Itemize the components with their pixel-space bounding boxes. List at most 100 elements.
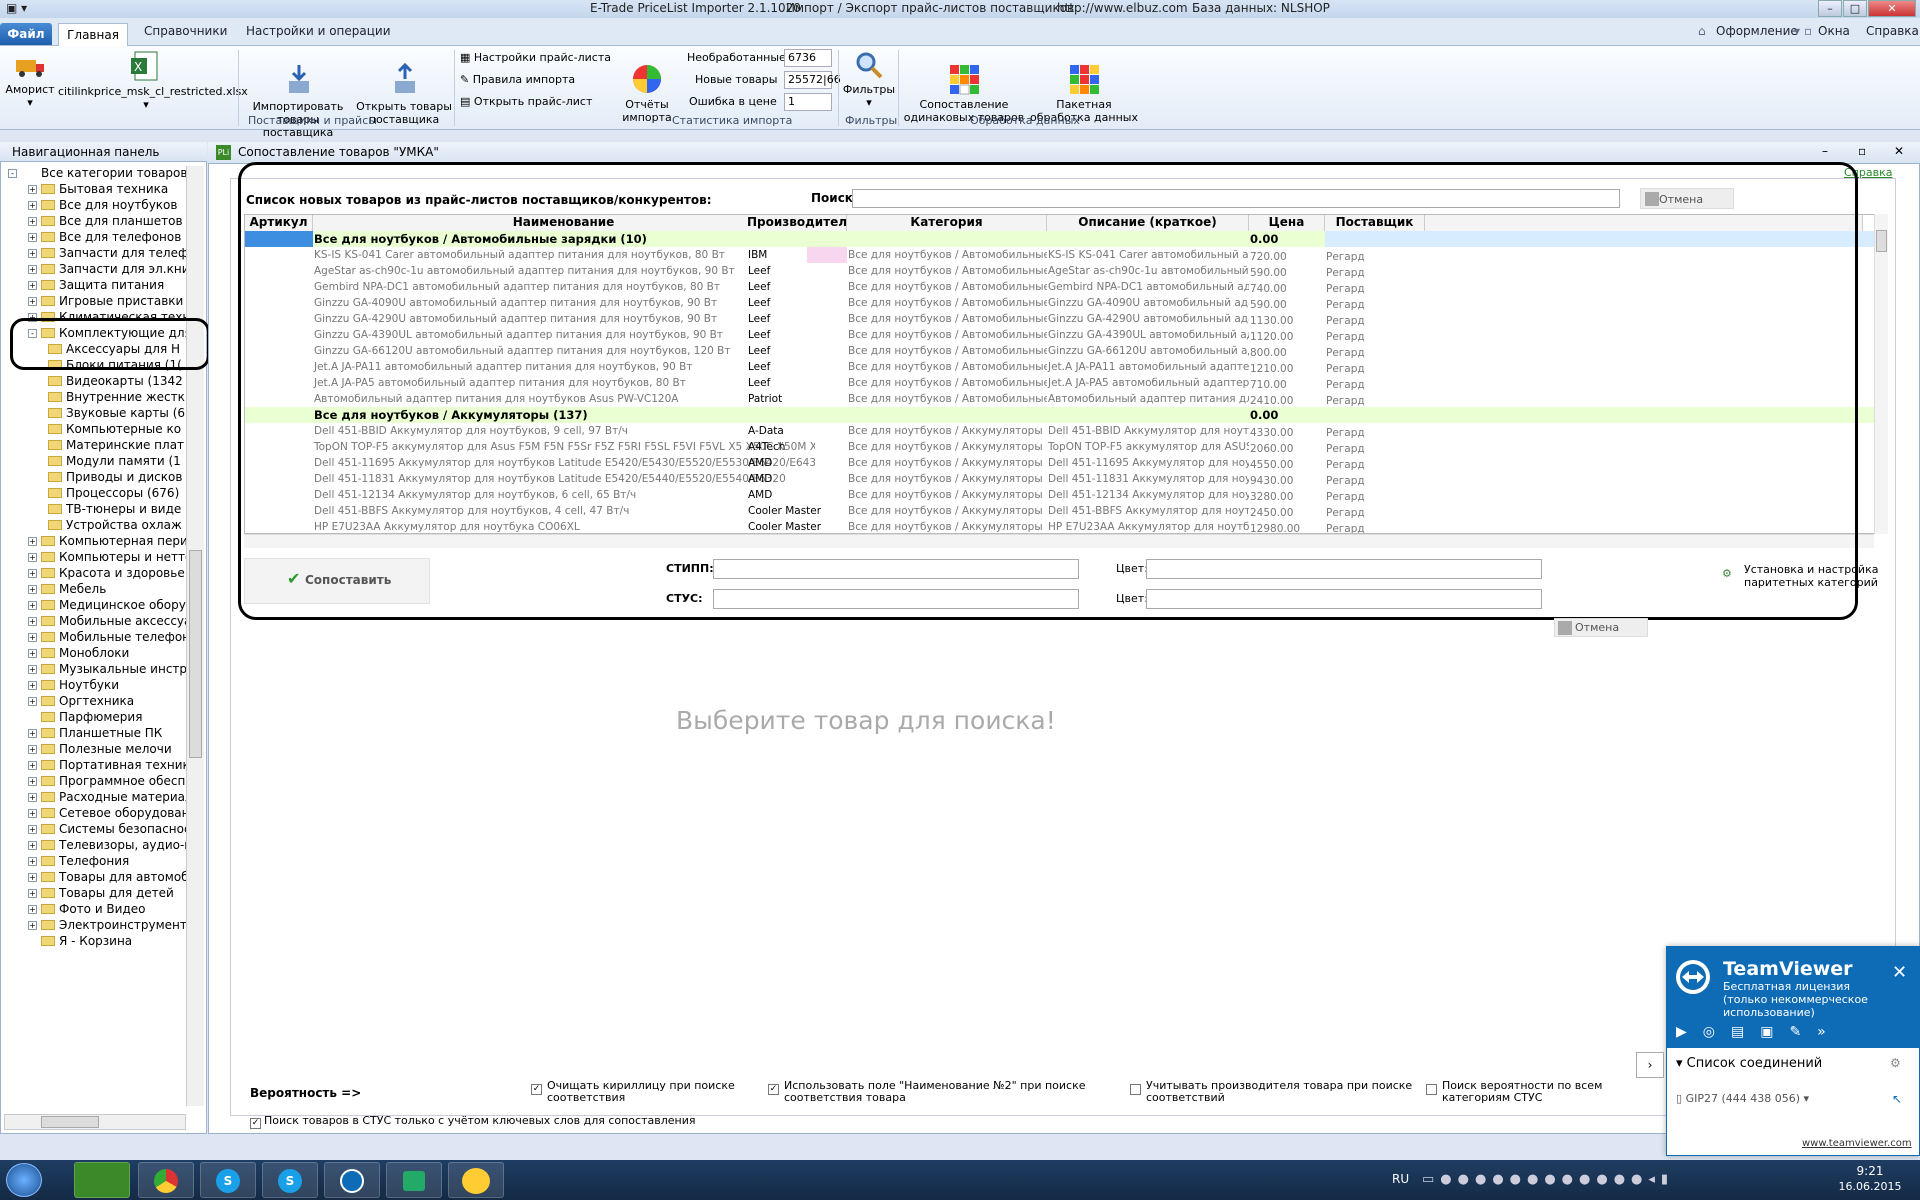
tree-item[interactable]: + Планшетные ПК <box>28 726 162 742</box>
tree-item[interactable]: + Электроинструмент и <box>28 918 198 934</box>
tree-item[interactable]: + Запчасти для эл.книг <box>28 262 196 278</box>
tree-item[interactable]: Компьютерные ко <box>48 422 181 438</box>
tree-item[interactable]: + Телефония <box>28 854 129 870</box>
tree-item[interactable]: + Музыкальные инструм <box>28 662 203 678</box>
tree-item[interactable]: Я - Корзина <box>28 934 132 950</box>
expand-icon[interactable]: + <box>28 889 37 898</box>
taskbar-chrome[interactable] <box>138 1162 194 1198</box>
tree-item[interactable]: + Бытовая техника <box>28 182 168 198</box>
tree-item[interactable]: Устройства охлаж <box>48 518 182 534</box>
menu-design[interactable]: Оформление <box>1716 24 1798 38</box>
tree-item[interactable]: Приводы и дисков <box>48 470 182 486</box>
expand-icon[interactable]: + <box>28 617 37 626</box>
tree-item[interactable]: + Мобильные аксессуар <box>28 614 199 630</box>
tab-home[interactable]: Главная <box>58 23 128 46</box>
expand-icon[interactable]: + <box>28 265 37 274</box>
expand-icon[interactable]: + <box>28 201 37 210</box>
expand-icon[interactable]: + <box>28 633 37 642</box>
tree-item[interactable]: + Сетевое оборудовани <box>28 806 197 822</box>
tree-item[interactable]: + Товары для автомоби <box>28 870 196 886</box>
language-indicator[interactable]: RU <box>1392 1172 1409 1186</box>
tree-item[interactable]: + Мобильные телефоны <box>28 630 200 646</box>
tree-item[interactable]: + Все для ноутбуков <box>28 198 177 214</box>
tree-item[interactable]: + Телевизоры, аудио-ві <box>28 838 195 854</box>
expand-icon[interactable]: + <box>28 729 37 738</box>
expand-icon[interactable]: + <box>28 553 37 562</box>
close-button[interactable]: ✕ <box>1868 0 1916 17</box>
teamviewer-link[interactable]: www.teamviewer.com <box>1802 1138 1912 1149</box>
tree-item[interactable]: + Ноутбуки <box>28 678 119 694</box>
amorist-button[interactable]: Аморист ▾ <box>4 50 56 109</box>
expand-icon[interactable]: + <box>28 761 37 770</box>
maximize-button[interactable]: □ <box>1843 0 1867 17</box>
expand-icon[interactable]: + <box>28 585 37 594</box>
grid-scrollbar[interactable] <box>1874 214 1888 534</box>
tree-item[interactable]: + Все для планшетов <box>28 214 183 230</box>
menu-windows[interactable]: Окна <box>1818 24 1850 38</box>
checkbox-checked[interactable]: ✓ <box>768 1084 779 1095</box>
tree-item[interactable]: Материнские плат <box>48 438 184 454</box>
option-use-manufacturer[interactable]: Учитывать производителя товара при поиск… <box>1130 1080 1412 1104</box>
expand-icon[interactable]: + <box>28 777 37 786</box>
tree-item[interactable]: ТВ-тюнеры и виде <box>48 502 181 518</box>
pl-settings-button[interactable]: ▦ Настройки прайс-листа <box>460 51 611 64</box>
app-icon[interactable]: ▣ ▾ <box>6 1 27 15</box>
expand-icon[interactable]: + <box>28 217 37 226</box>
tree-item[interactable]: + Запчасти для телефо <box>28 246 196 262</box>
checkbox-checked[interactable]: ✓ <box>250 1118 261 1129</box>
checkbox-checked[interactable]: ✓ <box>531 1084 542 1095</box>
scrollbar-thumb[interactable] <box>189 550 202 758</box>
expand-icon[interactable]: + <box>28 809 37 818</box>
tree-item[interactable]: + Фото и Видео <box>28 902 145 918</box>
tree-item[interactable]: Модули памяти (1 <box>48 454 181 470</box>
tree-item[interactable]: + Расходные материалі <box>28 790 196 806</box>
tree-item[interactable]: + Все для телефонов <box>28 230 181 246</box>
open-pricelist-button[interactable]: ▤ Открыть прайс-лист <box>460 95 592 108</box>
taskbar-pli-app[interactable] <box>74 1162 130 1198</box>
expand-icon[interactable]: + <box>28 185 37 194</box>
clock-time[interactable]: 9:21 <box>1840 1164 1900 1178</box>
expand-icon[interactable]: + <box>28 249 37 258</box>
tree-hscrollbar[interactable] <box>4 1114 186 1130</box>
expand-icon[interactable]: + <box>28 233 37 242</box>
expand-icon[interactable]: + <box>28 665 37 674</box>
option-keywords-only[interactable]: ✓ Поиск товаров в СТУС только с учётом кл… <box>250 1114 695 1129</box>
tree-scrollbar[interactable] <box>186 166 204 1106</box>
expand-icon[interactable]: + <box>28 601 37 610</box>
tab-file[interactable]: Файл <box>0 23 52 45</box>
filters-button[interactable]: Фильтры ▾ <box>842 50 896 109</box>
tree-item[interactable]: + Красота и здоровье <box>28 566 185 582</box>
close-icon[interactable]: ✕ <box>1892 962 1907 983</box>
taskbar-app[interactable] <box>386 1162 442 1198</box>
option-use-name2[interactable]: ✓ Использовать поле "Наименование №2" при… <box>768 1080 1086 1104</box>
reports-button[interactable]: Отчёты импорта <box>614 50 680 137</box>
expand-icon[interactable]: + <box>28 745 37 754</box>
taskbar-skype-2[interactable]: S <box>262 1162 318 1198</box>
import-rules-button[interactable]: ✎ Правила импорта <box>460 73 575 86</box>
tree-item[interactable]: + Медицинское оборуд <box>28 598 194 614</box>
tree-item[interactable]: + Защита питания <box>28 278 164 294</box>
tree-item[interactable]: + Товары для детей <box>28 886 174 902</box>
expand-icon[interactable]: + <box>28 537 37 546</box>
expand-icon[interactable]: + <box>28 649 37 658</box>
expand-icon[interactable]: + <box>28 873 37 882</box>
minimize-icon[interactable]: – <box>1822 144 1828 158</box>
tree-item[interactable]: Внутренние жестк <box>48 390 185 406</box>
expand-icon[interactable]: + <box>28 281 37 290</box>
connection-list-header[interactable]: ▾ Список соединений <box>1676 1056 1822 1071</box>
restore-icon[interactable]: ▫ <box>1858 144 1866 158</box>
tab-settings[interactable]: Настройки и операции <box>246 24 391 38</box>
expand-icon[interactable]: + <box>28 921 37 930</box>
file-button[interactable]: X citilinkprice_msk_cl_restricted.xlsx ▾ <box>58 50 248 111</box>
tree-item[interactable]: + Компьютерная периф <box>28 534 198 550</box>
expand-icon[interactable]: + <box>28 697 37 706</box>
taskbar-teamviewer[interactable] <box>324 1162 380 1198</box>
hscrollbar-thumb[interactable] <box>41 1116 99 1128</box>
system-tray-icons[interactable]: ▭●●●●●●●●●●●●◂▮ <box>1422 1172 1674 1187</box>
expand-icon[interactable]: + <box>28 297 37 306</box>
taskbar-batman[interactable] <box>448 1162 504 1198</box>
tree-item[interactable]: + Игровые приставки (1 <box>28 294 199 310</box>
tree-item[interactable]: - Все категории товаров <box>8 166 187 182</box>
expand-icon[interactable]: + <box>28 793 37 802</box>
collapse-icon[interactable]: - <box>8 169 17 178</box>
